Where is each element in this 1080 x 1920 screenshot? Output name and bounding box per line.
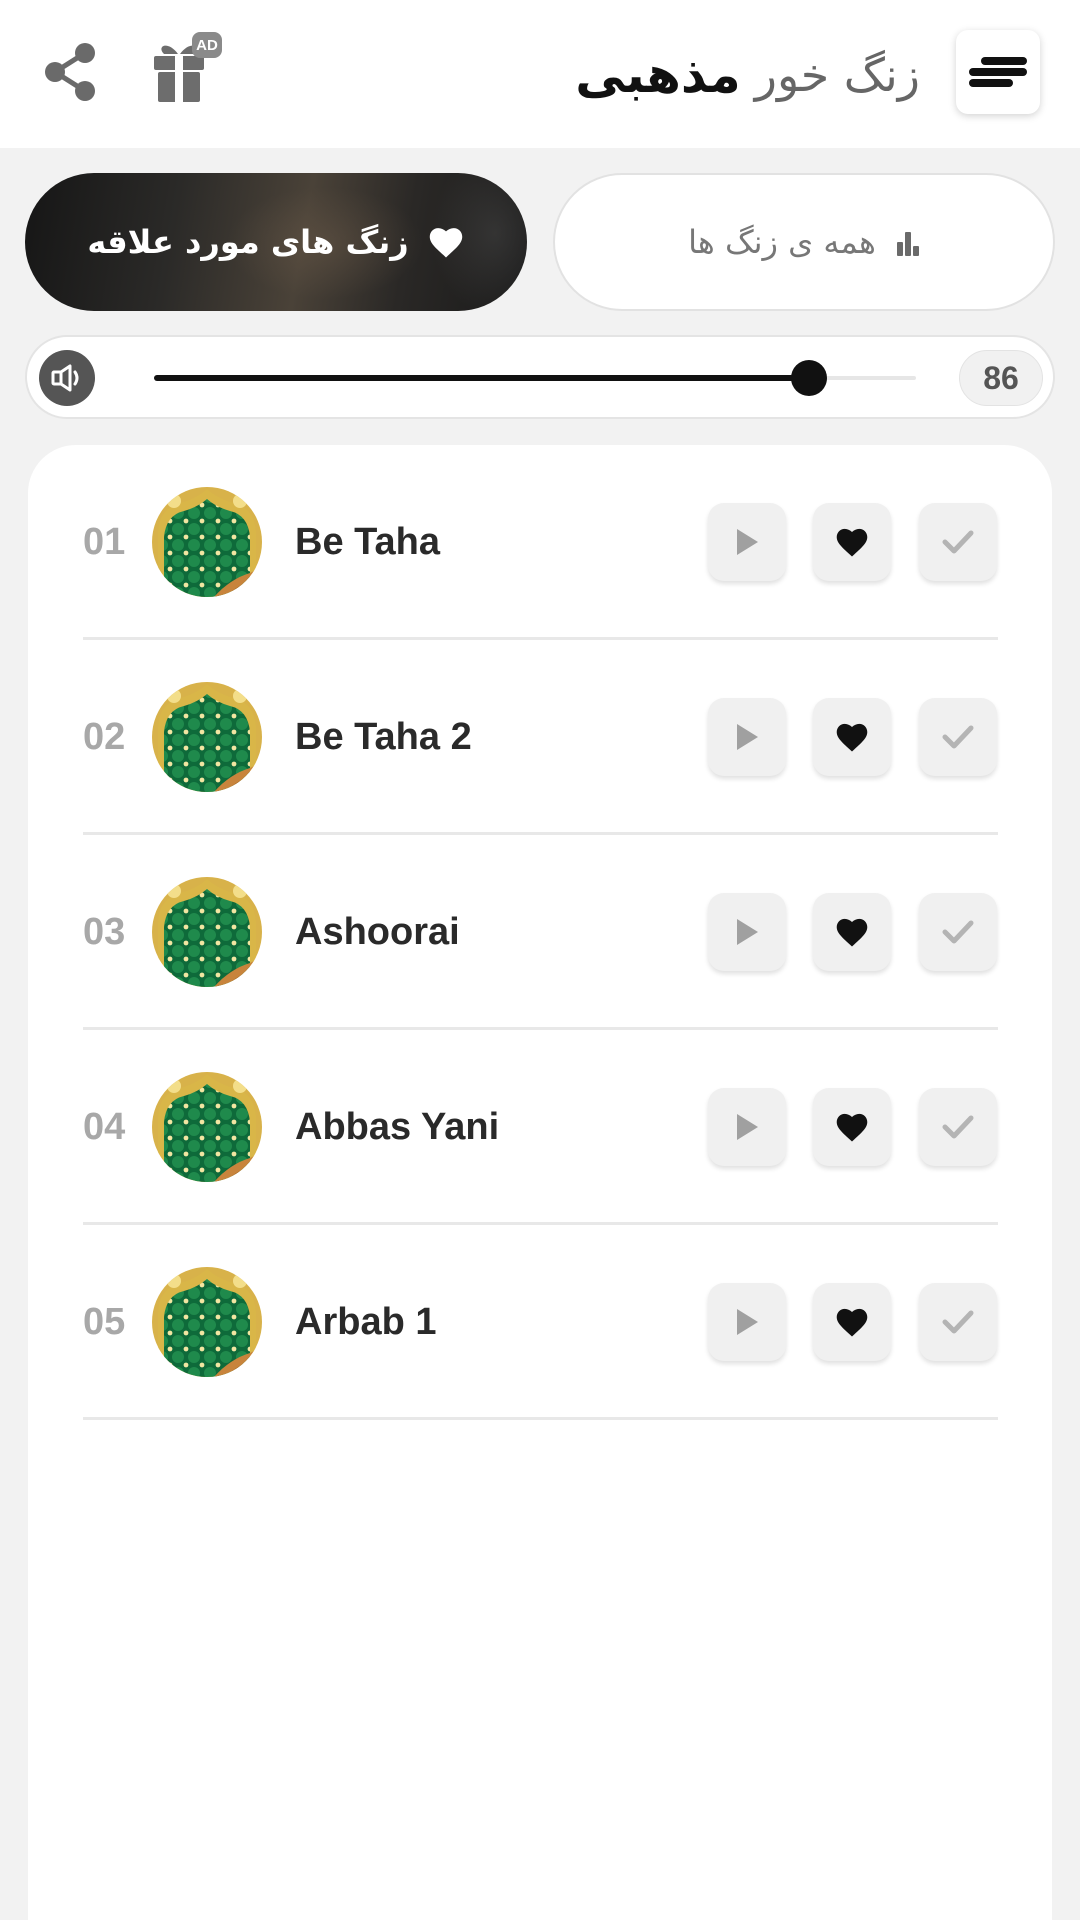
- ringtone-title: Ashoorai: [295, 911, 460, 953]
- play-icon: [737, 724, 758, 750]
- ringtone-thumbnail: [152, 1072, 262, 1182]
- heart-icon: [429, 228, 462, 258]
- ringtone-number: 02: [83, 716, 126, 758]
- favorite-button[interactable]: [813, 893, 891, 971]
- heart-icon: [836, 528, 868, 557]
- set-ringtone-button[interactable]: [919, 1088, 997, 1166]
- share-icon: [45, 43, 95, 101]
- heart-icon: [836, 1113, 868, 1142]
- ringtone-row: 02 Be Taha 2: [83, 640, 998, 835]
- set-ringtone-button[interactable]: [919, 1283, 997, 1361]
- play-button[interactable]: [708, 698, 786, 776]
- favorite-button[interactable]: [813, 1283, 891, 1361]
- check-icon: [942, 1115, 974, 1139]
- set-ringtone-button[interactable]: [919, 503, 997, 581]
- title-bold: مذهبی: [575, 46, 741, 104]
- ringtone-number: 01: [83, 521, 126, 563]
- heart-icon: [836, 1308, 868, 1337]
- ringtone-row: 04 Abbas Yani: [83, 1030, 998, 1225]
- volume-control: 86: [25, 335, 1055, 419]
- check-icon: [942, 725, 974, 749]
- ringtone-title: Be Taha 2: [295, 716, 472, 758]
- play-button[interactable]: [708, 503, 786, 581]
- ringtone-thumbnail: [152, 877, 262, 987]
- ringtone-number: 03: [83, 911, 126, 953]
- play-icon: [737, 1114, 758, 1140]
- ringtone-row: 05 Arbab 1: [83, 1225, 998, 1420]
- favorites-filter-button[interactable]: زنگ های مورد علاقه: [25, 173, 527, 311]
- all-ringtones-filter-label: همه ی زنگ ها: [688, 223, 876, 261]
- volume-mute-button[interactable]: [39, 350, 95, 406]
- speaker-icon: [51, 364, 79, 392]
- volume-slider-thumb[interactable]: [791, 360, 828, 396]
- ringtone-row: 01 Be Taha: [83, 445, 998, 640]
- heart-icon: [836, 918, 868, 947]
- ringtone-title: Arbab 1: [295, 1301, 437, 1343]
- title-light: زنگ خور: [754, 48, 920, 102]
- ringtone-thumbnail: [152, 682, 262, 792]
- bars-icon: [896, 232, 919, 256]
- check-icon: [942, 530, 974, 554]
- all-ringtones-filter-button[interactable]: همه ی زنگ ها: [553, 173, 1055, 311]
- play-icon: [737, 529, 758, 555]
- set-ringtone-button[interactable]: [919, 893, 997, 971]
- play-button[interactable]: [708, 1088, 786, 1166]
- ad-badge: AD: [192, 32, 222, 58]
- gift-ad-button[interactable]: AD: [150, 30, 226, 106]
- ringtone-number: 05: [83, 1301, 126, 1343]
- check-icon: [942, 920, 974, 944]
- share-button[interactable]: [38, 38, 102, 106]
- favorites-filter-label: زنگ های مورد علاقه: [87, 223, 409, 261]
- favorite-button[interactable]: [813, 503, 891, 581]
- volume-slider[interactable]: [154, 360, 916, 396]
- favorite-button[interactable]: [813, 1088, 891, 1166]
- check-icon: [942, 1310, 974, 1334]
- favorite-button[interactable]: [813, 698, 891, 776]
- volume-slider-fill: [154, 375, 810, 381]
- ringtone-title: Be Taha: [295, 521, 441, 563]
- menu-button[interactable]: [956, 30, 1040, 114]
- ringtone-title: Abbas Yani: [295, 1106, 500, 1148]
- play-button[interactable]: [708, 1283, 786, 1361]
- heart-icon: [836, 723, 868, 752]
- ringtone-thumbnail: [152, 487, 262, 597]
- set-ringtone-button[interactable]: [919, 698, 997, 776]
- play-icon: [737, 1309, 758, 1335]
- ringtone-thumbnail: [152, 1267, 262, 1377]
- volume-value: 86: [959, 350, 1043, 406]
- play-button[interactable]: [708, 893, 786, 971]
- ringtone-list: 01 Be Taha 02 Be Taha 2 03 Ashoorai 04 A…: [28, 445, 1052, 1920]
- ringtone-row: 03 Ashoorai: [83, 835, 998, 1030]
- app-header: AD زنگ خور مذهبی: [0, 0, 1080, 148]
- menu-icon: [969, 57, 1027, 87]
- play-icon: [737, 919, 758, 945]
- page-title: زنگ خور مذهبی: [575, 40, 920, 110]
- ringtone-number: 04: [83, 1106, 126, 1148]
